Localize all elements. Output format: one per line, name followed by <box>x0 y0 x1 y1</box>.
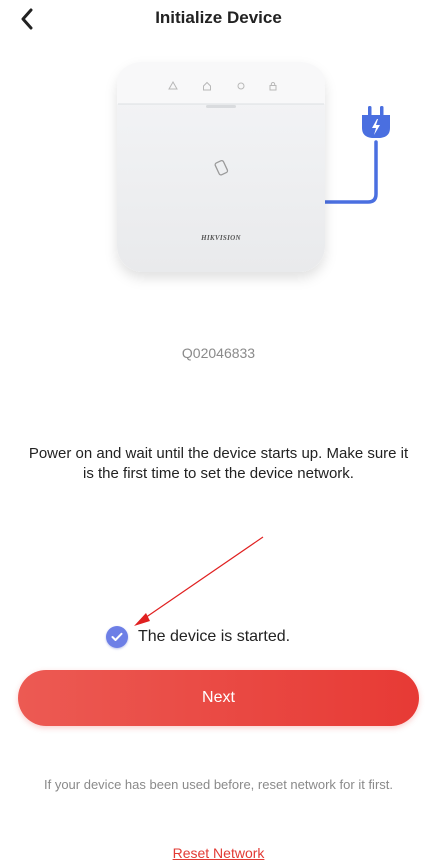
check-circle-icon <box>106 626 128 648</box>
reset-network-link[interactable]: Reset Network <box>173 845 265 861</box>
card-icon <box>214 159 229 176</box>
next-button[interactable]: Next <box>18 670 419 726</box>
lock-icon <box>269 82 277 91</box>
device-serial-number: Q02046833 <box>181 345 256 361</box>
home-icon <box>203 81 211 91</box>
device-illustration: HIKVISION <box>100 50 400 300</box>
alarm-icon <box>168 81 178 90</box>
device-started-label: The device is started. <box>138 628 291 645</box>
dot-icon <box>237 82 245 90</box>
device-started-checkbox[interactable]: The device is started. <box>106 625 290 649</box>
brand-label: HIKVISION <box>201 234 241 242</box>
power-plug-icon <box>362 106 390 138</box>
header-bar: Initialize Device <box>0 0 437 40</box>
reset-hint-text: If your device has been used before, res… <box>43 777 393 792</box>
reset-network-row: Reset Network <box>0 845 437 861</box>
page-title: Initialize Device <box>155 8 282 27</box>
instruction-text: Power on and wait until the device start… <box>28 445 409 482</box>
